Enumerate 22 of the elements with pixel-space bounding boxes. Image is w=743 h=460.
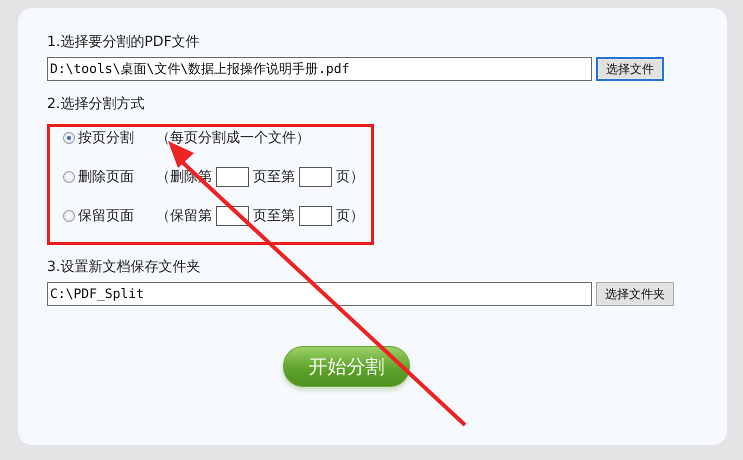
choose-folder-button[interactable]: 选择文件夹 [596,282,674,306]
option-label: 按页分割 [78,128,134,146]
folder-path-field[interactable]: C:\PDF_Split [47,282,592,306]
page-field[interactable] [216,166,249,186]
page-field[interactable] [299,166,332,186]
option-note: 页至第 [253,168,295,186]
radio-button[interactable] [63,132,75,144]
section-title: 3.设置新文档保存文件夹 [47,258,202,276]
option-note: 页至第 [253,206,295,224]
radio-button[interactable] [63,170,75,182]
option-label: 保留页面 [78,206,134,224]
page-field[interactable] [299,206,332,226]
option-label: 删除页面 [78,168,134,186]
choose-file-button[interactable]: 选择文件 [596,57,664,81]
section-title: 1.选择要分割的PDF文件 [47,33,201,51]
radio-button[interactable] [63,210,75,222]
option-note: 页） [336,168,364,186]
option-note: （每页分割成一个文件） [156,128,310,146]
section-title: 2.选择分割方式 [47,95,146,113]
option-note: 页） [336,206,364,224]
file-path-field[interactable]: D:\tools\桌面\文件\数据上报操作说明手册.pdf [47,57,592,81]
option-note: （保留第 [156,206,212,224]
